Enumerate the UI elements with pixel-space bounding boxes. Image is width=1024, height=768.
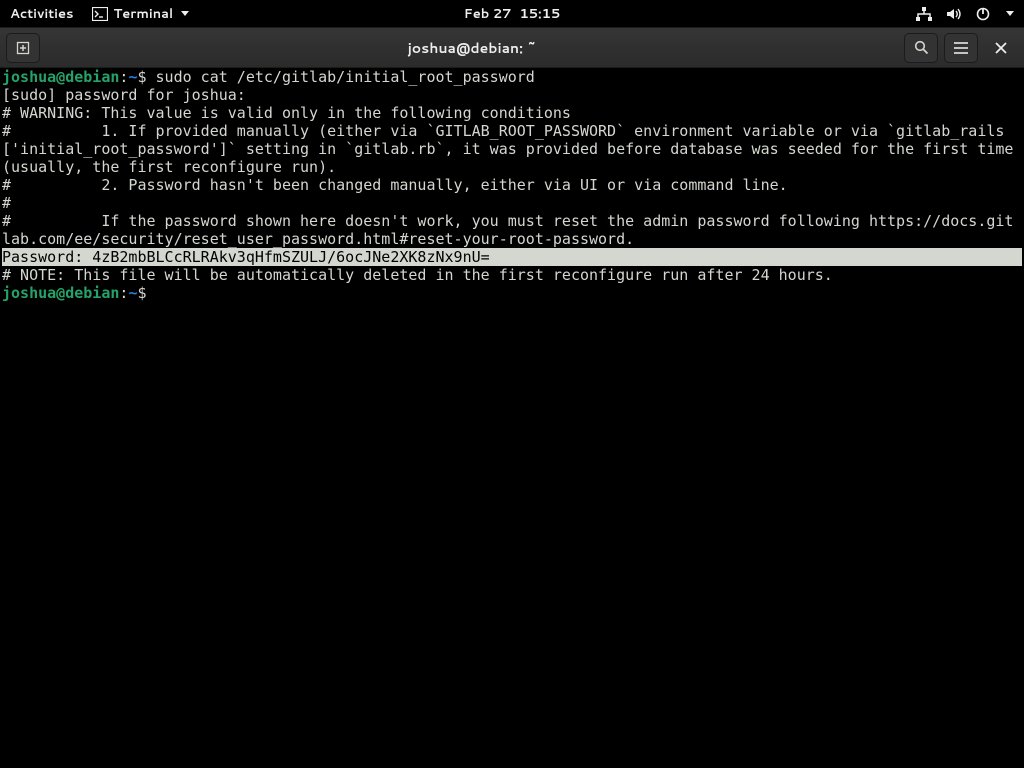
window-titlebar: joshua@debian: ~ — [0, 27, 1024, 68]
output-line: # — [2, 194, 1022, 212]
activities-button[interactable]: Activities — [10, 5, 74, 23]
close-button[interactable] — [984, 33, 1018, 63]
window-title: joshua@debian: ~ — [46, 38, 898, 58]
volume-icon[interactable] — [946, 7, 962, 21]
search-button[interactable] — [904, 33, 938, 63]
date-label: Feb 27 — [464, 5, 512, 23]
network-icon[interactable] — [916, 7, 932, 21]
user-host: joshua@debian — [2, 68, 119, 86]
output-line: # 2. Password hasn't been changed manual… — [2, 176, 1022, 194]
output-line: # 1. If provided manually (either via `G… — [2, 122, 1022, 176]
clock[interactable]: Feb 27 15:15 — [464, 5, 561, 23]
sudo-prompt: [sudo] password for joshua: — [2, 86, 1022, 104]
user-host: joshua@debian — [2, 284, 119, 302]
menu-button[interactable] — [944, 33, 978, 63]
terminal-viewport[interactable]: joshua@debian:~$ sudo cat /etc/gitlab/in… — [0, 68, 1024, 768]
prompt-line-2: joshua@debian:~$ — [2, 284, 1022, 302]
gnome-topbar: Activities Terminal Feb 27 15:15 — [0, 0, 1024, 27]
new-tab-button[interactable] — [6, 33, 40, 63]
power-icon[interactable] — [976, 7, 990, 21]
command-text: sudo cat /etc/gitlab/initial_root_passwo… — [156, 68, 535, 86]
new-tab-icon — [15, 40, 31, 56]
search-icon — [914, 40, 929, 55]
output-line: # WARNING: This value is valid only in t… — [2, 104, 1022, 122]
app-menu-label: Terminal — [114, 5, 174, 23]
selected-password-line: Password: 4zB2mbBLCcRLRAkv3qHfmSZULJ/6oc… — [2, 248, 1022, 266]
output-line: # NOTE: This file will be automatically … — [2, 266, 1022, 284]
hamburger-icon — [954, 42, 968, 54]
output-line: # If the password shown here doesn't wor… — [2, 212, 1022, 248]
chevron-down-icon — [181, 11, 189, 16]
prompt-line-1: joshua@debian:~$ sudo cat /etc/gitlab/in… — [2, 68, 1022, 86]
terminal-app-icon — [92, 7, 108, 21]
system-menu-chevron-icon[interactable] — [1006, 11, 1014, 16]
time-label: 15:15 — [519, 5, 560, 23]
app-menu-button[interactable]: Terminal — [92, 5, 190, 23]
close-icon — [995, 42, 1007, 54]
